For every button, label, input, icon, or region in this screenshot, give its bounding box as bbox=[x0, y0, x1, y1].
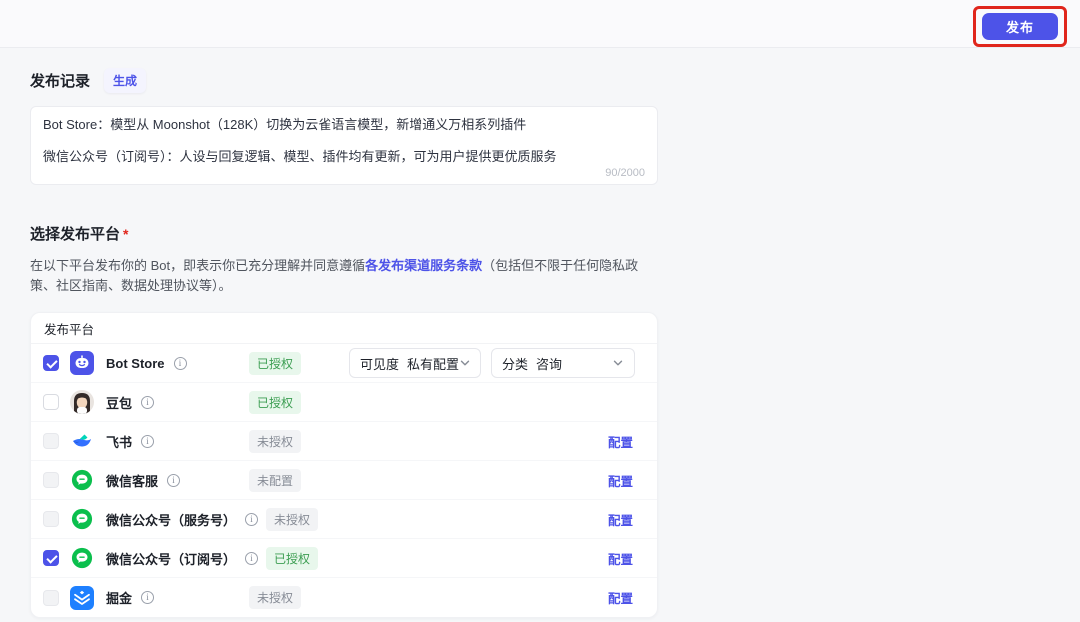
visibility-dropdown-label: 可见度 bbox=[360, 356, 400, 372]
terms-link[interactable]: 各发布渠道服务条款 bbox=[365, 258, 482, 273]
platform-table: 发布平台 Bot Store i 已授权 可见度 私有配置 分类 咨询 豆包 i… bbox=[30, 312, 658, 618]
doubao-avatar-icon bbox=[70, 390, 94, 414]
platform-name: 掘金 bbox=[106, 591, 133, 606]
info-icon[interactable]: i bbox=[245, 551, 259, 565]
category-dropdown[interactable]: 分类 咨询 bbox=[491, 348, 635, 378]
info-icon[interactable]: i bbox=[141, 395, 155, 409]
platform-row-wechat-subscription: 微信公众号（订阅号） i 已授权 配置 bbox=[31, 539, 657, 578]
chevron-down-icon bbox=[612, 357, 624, 369]
visibility-dropdown[interactable]: 可见度 私有配置 bbox=[349, 348, 481, 378]
platform-name: 飞书 bbox=[106, 434, 133, 450]
info-icon[interactable]: i bbox=[141, 434, 155, 448]
category-dropdown-label: 分类 bbox=[502, 356, 529, 372]
configure-link[interactable]: 配置 bbox=[608, 588, 633, 607]
release-note-line-1: Bot Store：模型从 Moonshot（128K）切换为云雀语言模型，新增… bbox=[43, 117, 527, 132]
info-icon[interactable]: i bbox=[141, 591, 155, 604]
bot-store-icon bbox=[70, 351, 94, 375]
platform-name: 微信客服 bbox=[106, 473, 159, 489]
required-asterisk: * bbox=[123, 226, 129, 242]
status-badge: 已授权 bbox=[249, 351, 302, 375]
char-counter: 90/2000 bbox=[605, 167, 645, 179]
topbar: 发布 bbox=[0, 0, 1080, 48]
juejin-icon bbox=[70, 585, 94, 610]
wechat-subscription-checkbox[interactable] bbox=[43, 550, 59, 566]
release-note-line-2: 微信公众号（订阅号）：人设与回复逻辑、模型、插件均有更新，可为用户提供更优质服务 bbox=[43, 149, 557, 164]
status-badge: 未授权 bbox=[249, 586, 302, 609]
status-badge: 已授权 bbox=[266, 546, 319, 570]
doubao-checkbox[interactable] bbox=[43, 394, 59, 410]
platform-row-wechat-kefu: 微信客服 i 未配置 配置 bbox=[31, 461, 657, 500]
platform-table-header: 发布平台 bbox=[31, 313, 657, 344]
status-badge: 未配置 bbox=[249, 468, 302, 492]
feishu-checkbox bbox=[43, 433, 59, 449]
generate-button[interactable]: 生成 bbox=[104, 68, 147, 93]
platform-name: 微信公众号（服务号） bbox=[106, 512, 237, 528]
category-dropdown-value: 咨询 bbox=[536, 356, 563, 372]
platform-row-feishu: 飞书 i 未授权 配置 bbox=[31, 422, 657, 461]
platform-description: 在以下平台发布你的 Bot，即表示你已充分理解并同意遵循各发布渠道服务条款（包括… bbox=[30, 258, 639, 293]
configure-link[interactable]: 配置 bbox=[608, 471, 633, 490]
configure-link[interactable]: 配置 bbox=[608, 510, 633, 529]
status-badge: 未授权 bbox=[249, 429, 302, 453]
platform-row-bot-store: Bot Store i 已授权 可见度 私有配置 分类 咨询 bbox=[31, 344, 657, 383]
wechat-icon bbox=[70, 507, 94, 531]
platform-row-wechat-service: 微信公众号（服务号） i 未授权 配置 bbox=[31, 500, 657, 539]
release-notes-textarea[interactable]: Bot Store：模型从 Moonshot（128K）切换为云雀语言模型，新增… bbox=[30, 106, 658, 185]
wechat-icon bbox=[70, 546, 94, 570]
status-badge: 未授权 bbox=[266, 507, 319, 531]
publish-record-title: 发布记录 bbox=[30, 73, 91, 90]
platform-section-title: 选择发布平台 * bbox=[30, 226, 129, 243]
wechat-service-checkbox bbox=[43, 511, 59, 527]
visibility-dropdown-value: 私有配置 bbox=[407, 356, 460, 372]
info-icon[interactable]: i bbox=[167, 473, 181, 487]
main-content: 发布记录 生成 Bot Store：模型从 Moonshot（128K）切换为云… bbox=[0, 48, 1080, 618]
wechat-kefu-checkbox bbox=[43, 472, 59, 488]
status-badge: 已授权 bbox=[249, 390, 302, 414]
platform-name: Bot Store bbox=[106, 355, 165, 371]
chevron-down-icon bbox=[459, 357, 471, 369]
configure-link[interactable]: 配置 bbox=[608, 549, 633, 568]
red-highlight-annotation: 发布 bbox=[972, 6, 1067, 47]
wechat-icon bbox=[70, 468, 94, 492]
platform-name: 豆包 bbox=[106, 395, 133, 411]
platform-row-doubao: 豆包 i 已授权 bbox=[31, 383, 657, 422]
info-icon[interactable]: i bbox=[173, 356, 187, 370]
info-icon[interactable]: i bbox=[245, 512, 259, 526]
platform-row-juejin: 掘金 i 未授权 配置 bbox=[31, 578, 657, 617]
publish-button[interactable]: 发布 bbox=[981, 13, 1058, 40]
configure-link[interactable]: 配置 bbox=[608, 432, 633, 451]
feishu-icon bbox=[70, 429, 94, 453]
platform-name: 微信公众号（订阅号） bbox=[106, 551, 237, 567]
juejin-checkbox bbox=[43, 589, 59, 606]
bot-store-checkbox[interactable] bbox=[43, 355, 59, 371]
